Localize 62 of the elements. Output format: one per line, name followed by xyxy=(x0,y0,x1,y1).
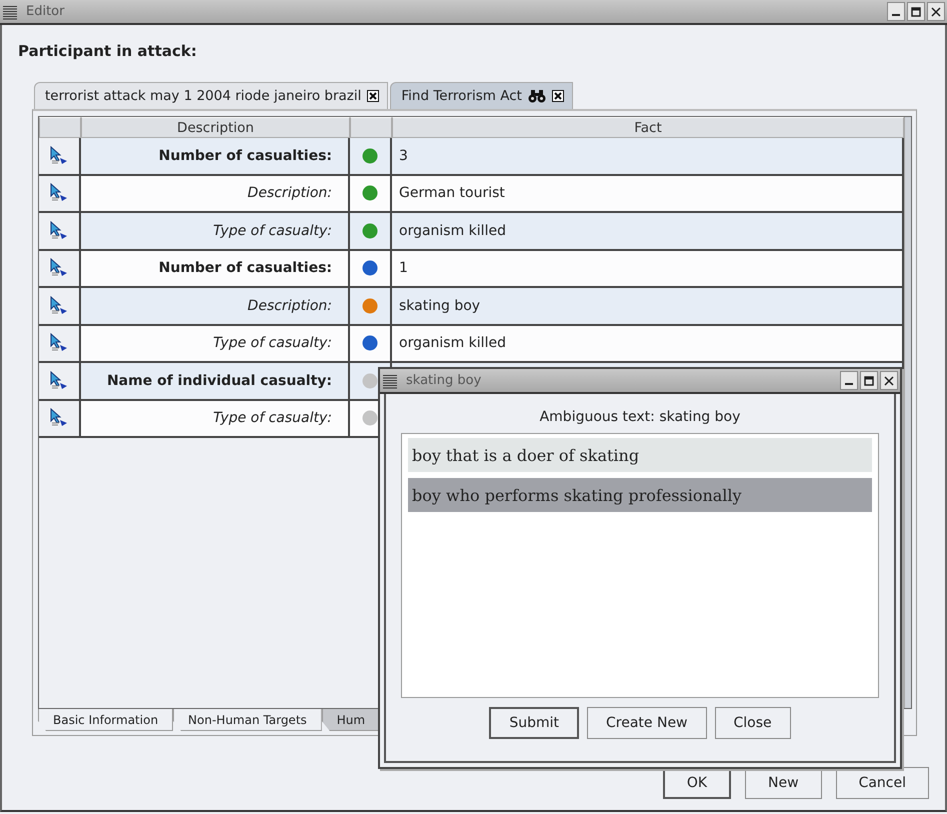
form-heading: Participant in attack: xyxy=(18,41,198,62)
list-item[interactable]: boy who performs skating professionally xyxy=(408,478,872,512)
close-icon xyxy=(884,376,894,386)
dialog-button[interactable]: Cancel xyxy=(836,767,929,799)
tab[interactable]: terrorist attack may 1 2004 riode janeiro brazil xyxy=(34,82,388,109)
window-title: Editor xyxy=(25,4,66,19)
pointer-icon[interactable] xyxy=(49,370,69,391)
minimize-button[interactable] xyxy=(840,371,858,390)
maximize-icon xyxy=(864,376,874,386)
dialog-button[interactable]: Submit xyxy=(489,707,579,739)
pointer-icon[interactable] xyxy=(49,258,69,278)
table-cell: Number of casualties: xyxy=(81,138,350,176)
pointer-icon[interactable] xyxy=(49,408,69,428)
list-item[interactable]: boy that is a doer of skating xyxy=(408,438,872,472)
binoculars-icon xyxy=(528,89,546,103)
minimize-button[interactable] xyxy=(887,2,905,21)
column-header xyxy=(350,117,392,138)
tab-label: Find Terrorism Act xyxy=(401,88,522,104)
table-cell: Type of casualty: xyxy=(81,326,350,363)
pointer-icon[interactable] xyxy=(49,183,69,204)
minimize-icon xyxy=(845,383,853,385)
column-header[interactable]: Description xyxy=(81,117,350,138)
table-cell: Description: xyxy=(81,288,350,326)
tab[interactable]: Hum xyxy=(322,709,380,731)
dialog-button[interactable]: Close xyxy=(714,707,791,739)
table-cell: Number of casualties: xyxy=(81,250,350,288)
close-button[interactable] xyxy=(880,371,898,390)
maximize-button[interactable] xyxy=(860,371,878,390)
close-icon xyxy=(931,6,941,16)
tab[interactable]: Basic Information xyxy=(38,709,174,731)
tab-label: terrorist attack may 1 2004 riode janeiro brazil xyxy=(45,88,362,104)
table-cell: German tourist xyxy=(392,176,904,213)
table-cell: organism killed xyxy=(392,326,904,363)
tab[interactable]: Find Terrorism Act xyxy=(390,82,573,109)
table-cell: Type of casualty: xyxy=(81,213,350,250)
window-title: skating boy xyxy=(405,373,482,388)
prompt-text: Ambiguous text: skating boy xyxy=(538,408,742,427)
pointer-icon[interactable] xyxy=(49,146,69,166)
pointer-icon[interactable] xyxy=(49,220,69,241)
close-icon[interactable] xyxy=(367,90,380,102)
menu-icon[interactable] xyxy=(382,372,398,388)
scroll-bar[interactable] xyxy=(904,117,911,708)
tab[interactable]: Non-Human Targets xyxy=(173,709,322,731)
maximize-icon xyxy=(911,6,921,16)
table-cell: Description: xyxy=(81,176,350,213)
maximize-button[interactable] xyxy=(907,2,925,21)
table-cell: skating boy xyxy=(392,288,904,326)
close-icon[interactable] xyxy=(552,90,564,102)
pointer-icon[interactable] xyxy=(49,296,69,316)
minimize-icon xyxy=(892,14,900,16)
column-header xyxy=(39,117,81,138)
pointer-icon[interactable] xyxy=(49,333,69,354)
menu-icon[interactable] xyxy=(2,4,18,20)
table-cell: 1 xyxy=(392,250,904,288)
table-cell: 3 xyxy=(392,138,904,176)
options-list[interactable]: boy that is a doer of skating boy who performs skating professionally xyxy=(401,433,879,698)
table-cell: Type of casualty: xyxy=(81,400,350,438)
table-cell: organism killed xyxy=(392,213,904,250)
dialog-button[interactable]: Create New xyxy=(587,707,707,739)
table-cell: Name of individual casualty: xyxy=(81,363,350,400)
close-button[interactable] xyxy=(927,2,945,21)
column-header[interactable]: Fact xyxy=(392,117,904,138)
